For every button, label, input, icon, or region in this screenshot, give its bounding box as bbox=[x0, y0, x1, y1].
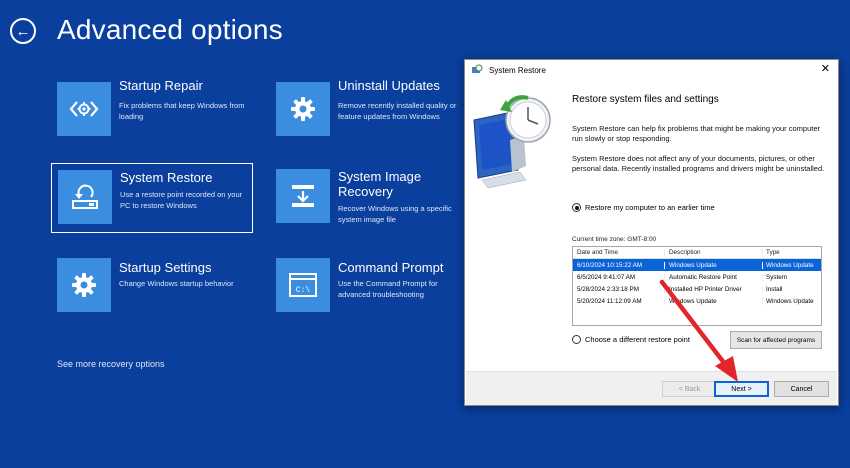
cell-date: 6/10/2024 10:15:22 AM bbox=[577, 261, 643, 269]
option-startup-repair[interactable]: Startup Repair Fix problems that keep Wi… bbox=[51, 76, 251, 140]
next-button[interactable]: Next > bbox=[714, 381, 769, 397]
option-title: System Restore bbox=[120, 170, 213, 185]
cell-type: Install bbox=[762, 285, 821, 293]
cell-description: Installed HP Printer Driver bbox=[664, 285, 762, 293]
dialog-titlebar[interactable]: System Restore ✕ bbox=[465, 60, 838, 80]
column-header[interactable]: Type bbox=[762, 249, 821, 256]
radio-label: Choose a different restore point bbox=[585, 335, 690, 344]
option-title: Startup Settings bbox=[119, 260, 212, 275]
option-command-prompt[interactable]: C:\ Command Prompt Use the Command Promp… bbox=[270, 252, 470, 316]
cancel-button[interactable]: Cancel bbox=[774, 381, 829, 397]
timezone-label: Current time zone: GMT-8:00 bbox=[572, 236, 657, 243]
table-header: Date and Time Description Type bbox=[573, 247, 821, 259]
arrow-left-icon: ← bbox=[15, 22, 31, 40]
back-button[interactable]: ← bbox=[10, 18, 36, 44]
cell-type: System bbox=[762, 273, 821, 281]
option-description: Use the Command Prompt for advanced trou… bbox=[338, 279, 438, 299]
scan-affected-programs-button[interactable]: Scan for affected programs bbox=[730, 331, 822, 349]
option-system-restore[interactable]: System Restore Use a restore point recor… bbox=[51, 163, 253, 233]
option-system-image-recovery[interactable]: System Image Recovery Recover Windows us… bbox=[270, 163, 470, 227]
option-description: Use a restore point recorded on your PC … bbox=[120, 190, 243, 210]
radio-label: Restore my computer to an earlier time bbox=[585, 203, 715, 212]
startup-repair-icon bbox=[57, 82, 111, 136]
option-title: Uninstall Updates bbox=[338, 78, 440, 93]
gear-icon bbox=[276, 82, 330, 136]
dialog-paragraph-2: System Restore does not affect any of yo… bbox=[572, 154, 825, 173]
restore-points-table: Date and Time Description Type 6/10/2024… bbox=[572, 246, 822, 326]
dialog-title: System Restore bbox=[489, 65, 546, 75]
table-row[interactable]: 6/10/2024 10:15:22 AM Windows Update Win… bbox=[573, 259, 821, 271]
cell-description: Automatic Restore Point bbox=[664, 273, 762, 281]
option-description: Recover Windows using a specific system … bbox=[338, 204, 452, 224]
back-step-button[interactable]: < Back bbox=[662, 381, 717, 397]
table-row[interactable]: 5/28/2024 2:33:18 PM Installed HP Printe… bbox=[573, 283, 821, 295]
option-description: Change Windows startup behavior bbox=[119, 279, 234, 288]
cell-date: 5/20/2024 11:12:09 AM bbox=[577, 297, 642, 305]
system-restore-app-icon bbox=[472, 64, 483, 73]
option-title: Startup Repair bbox=[119, 78, 203, 93]
close-icon[interactable]: ✕ bbox=[821, 63, 830, 75]
cell-type: Windows Update bbox=[762, 297, 821, 305]
monitor-clock-illustration bbox=[473, 95, 551, 189]
option-description: Fix problems that keep Windows from load… bbox=[119, 101, 245, 121]
dialog-footer: < Back Next > Cancel bbox=[466, 371, 837, 405]
radio-unselected-indicator bbox=[572, 335, 581, 344]
cell-date: 6/5/2024 9:41:07 AM bbox=[577, 273, 636, 281]
cell-description: Windows Update bbox=[664, 297, 762, 305]
command-prompt-glyph: C:\ bbox=[296, 286, 311, 295]
cell-date: 5/28/2024 2:33:18 PM bbox=[577, 285, 639, 293]
see-more-recovery-options-link[interactable]: See more recovery options bbox=[57, 359, 165, 369]
radio-different-restore-point[interactable]: Choose a different restore point bbox=[572, 335, 690, 344]
gear-icon bbox=[57, 258, 111, 312]
column-header[interactable]: Description bbox=[664, 249, 762, 256]
dialog-paragraph-1: System Restore can help fix problems tha… bbox=[572, 124, 821, 143]
radio-selected-indicator bbox=[572, 203, 581, 212]
table-row[interactable]: 5/20/2024 11:12:09 AM Windows Update Win… bbox=[573, 295, 821, 307]
option-description: Remove recently installed quality or fea… bbox=[338, 101, 457, 121]
option-title: Command Prompt bbox=[338, 260, 444, 275]
system-restore-icon bbox=[58, 170, 112, 224]
image-recovery-icon bbox=[276, 169, 330, 223]
option-title: System Image Recovery bbox=[338, 169, 422, 199]
command-prompt-icon: C:\ bbox=[276, 258, 330, 312]
page-title: Advanced options bbox=[57, 14, 283, 45]
option-startup-settings[interactable]: Startup Settings Change Windows startup … bbox=[51, 252, 251, 316]
cell-description: Windows Update bbox=[664, 261, 762, 269]
dialog-side-panel bbox=[466, 80, 565, 386]
column-header[interactable]: Date and Time bbox=[573, 249, 664, 256]
table-row[interactable]: 6/5/2024 9:41:07 AM Automatic Restore Po… bbox=[573, 271, 821, 283]
system-restore-dialog: System Restore ✕ Restore system files an… bbox=[464, 59, 839, 406]
option-uninstall-updates[interactable]: Uninstall Updates Remove recently instal… bbox=[270, 76, 470, 140]
dialog-heading: Restore system files and settings bbox=[572, 94, 719, 105]
radio-earlier-time[interactable]: Restore my computer to an earlier time bbox=[572, 203, 715, 212]
cell-type: Windows Update bbox=[762, 261, 821, 269]
